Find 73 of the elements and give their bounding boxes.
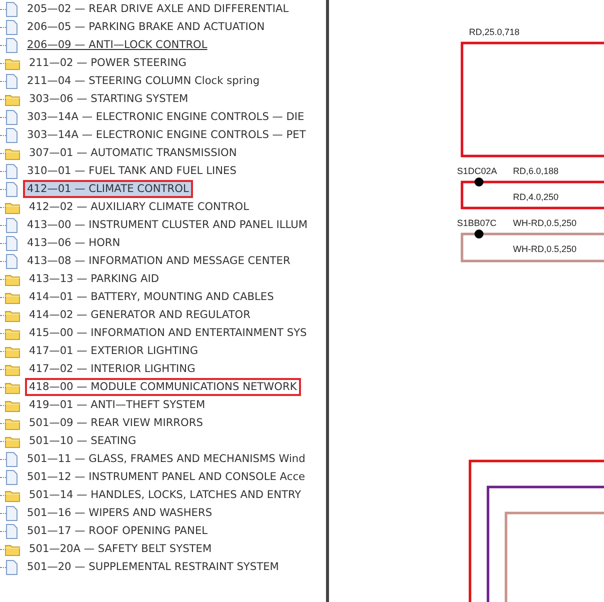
wire-label: RD,6.0,188 bbox=[513, 166, 559, 176]
tree-item[interactable]: 303—14A — ELECTRONIC ENGINE CONTROLS — DIE bbox=[23, 108, 308, 126]
folder-icon bbox=[5, 308, 20, 322]
document-icon bbox=[5, 128, 18, 142]
wire-label: WH-RD,0.5,250 bbox=[513, 244, 577, 254]
folder-icon bbox=[5, 434, 20, 448]
document-icon bbox=[5, 452, 18, 466]
tree-item[interactable]: 211—02 — POWER STEERING bbox=[25, 54, 190, 72]
document-icon bbox=[5, 218, 18, 232]
tree-item[interactable]: 412—02 — AUXILIARY CLIMATE CONTROL bbox=[25, 198, 254, 216]
splice-dot bbox=[474, 178, 484, 186]
splice-dot bbox=[474, 230, 484, 238]
tree-item[interactable]: 501—17 — ROOF OPENING PANEL bbox=[23, 522, 212, 540]
tree-item[interactable]: 501—09 — REAR VIEW MIRRORS bbox=[25, 414, 207, 432]
folder-icon bbox=[5, 488, 20, 502]
tree-item[interactable]: 413—08 — INFORMATION AND MESSAGE CENTER bbox=[23, 252, 294, 270]
tree-item[interactable]: 310—01 — FUEL TANK AND FUEL LINES bbox=[23, 162, 240, 180]
tree-item[interactable]: 307—01 — AUTOMATIC TRANSMISSION bbox=[25, 144, 241, 162]
wire-label: RD,25.0,718 bbox=[469, 27, 520, 37]
document-icon bbox=[5, 2, 18, 16]
tree-item[interactable]: 412—01 — CLIMATE CONTROL bbox=[23, 180, 193, 198]
document-icon bbox=[5, 560, 18, 574]
connector-label: S1BB07C bbox=[457, 218, 497, 228]
folder-icon bbox=[5, 146, 20, 160]
tree-item[interactable]: 303—14A — ELECTRONIC ENGINE CONTROLS — PET bbox=[23, 126, 310, 144]
tree-item[interactable]: 413—00 — INSTRUMENT CLUSTER AND PANEL ILLUM bbox=[23, 216, 312, 234]
tree-item[interactable]: 501—11 — GLASS, FRAMES AND MECHANISMS Wind bbox=[23, 450, 310, 468]
folder-icon bbox=[5, 362, 20, 376]
folder-icon bbox=[5, 272, 20, 286]
document-icon bbox=[5, 164, 18, 178]
folder-icon bbox=[5, 398, 20, 412]
tree-item[interactable]: 413—13 — PARKING AID bbox=[25, 270, 164, 288]
tree-item[interactable]: 414—02 — GENERATOR AND REGULATOR bbox=[25, 306, 254, 324]
tree-item[interactable]: 501—20A — SAFETY BELT SYSTEM bbox=[25, 540, 216, 558]
tree-item[interactable]: 211—04 — STEERING COLUMN Clock spring bbox=[23, 72, 264, 90]
document-icon bbox=[5, 470, 18, 484]
folder-icon bbox=[5, 56, 20, 70]
document-icon bbox=[5, 236, 18, 250]
tree-item[interactable]: 418—00 — MODULE COMMUNICATIONS NETWORK bbox=[25, 378, 301, 396]
folder-icon bbox=[5, 380, 20, 394]
tree-item[interactable]: 501—20 — SUPPLEMENTAL RESTRAINT SYSTEM bbox=[23, 558, 283, 576]
folder-icon bbox=[5, 92, 20, 106]
tree-item[interactable]: 206—05 — PARKING BRAKE AND ACTUATION bbox=[23, 18, 269, 36]
document-icon bbox=[5, 182, 18, 196]
folder-icon bbox=[5, 326, 20, 340]
document-icon bbox=[5, 74, 18, 88]
tree-item[interactable]: 501—16 — WIPERS AND WASHERS bbox=[23, 504, 216, 522]
folder-icon bbox=[5, 290, 20, 304]
tree-item[interactable]: 414—01 — BATTERY, MOUNTING AND CABLES bbox=[25, 288, 278, 306]
tree-item[interactable]: 303—06 — STARTING SYSTEM bbox=[25, 90, 192, 108]
tree-item[interactable]: 417—02 — INTERIOR LIGHTING bbox=[25, 360, 200, 378]
tree-item[interactable]: 501—14 — HANDLES, LOCKS, LATCHES AND ENTRY bbox=[25, 486, 306, 504]
wire-label: RD,4.0,250 bbox=[513, 192, 559, 202]
document-icon bbox=[5, 38, 18, 52]
tree-item[interactable]: 415—00 — INFORMATION AND ENTERTAINMENT SYS bbox=[25, 324, 311, 342]
tree-item[interactable]: 417—01 — EXTERIOR LIGHTING bbox=[25, 342, 202, 360]
document-icon bbox=[5, 524, 18, 538]
tree-item[interactable]: 501—12 — INSTRUMENT PANEL AND CONSOLE Acce bbox=[23, 468, 310, 486]
document-icon bbox=[5, 20, 18, 34]
folder-icon bbox=[5, 542, 20, 556]
document-icon bbox=[5, 110, 18, 124]
folder-icon bbox=[5, 200, 20, 214]
tree-item[interactable]: 206—09 — ANTI—LOCK CONTROL bbox=[23, 36, 212, 54]
tree-item[interactable]: 205—02 — REAR DRIVE AXLE AND DIFFERENTIAL bbox=[23, 0, 293, 18]
document-icon bbox=[5, 254, 18, 268]
tree-item[interactable]: 419—01 — ANTI—THEFT SYSTEM bbox=[25, 396, 210, 414]
wire-label: WH-RD,0.5,250 bbox=[513, 218, 577, 228]
folder-icon bbox=[5, 416, 20, 430]
tree-item[interactable]: 501—10 — SEATING bbox=[25, 432, 140, 450]
folder-icon bbox=[5, 344, 20, 358]
document-icon bbox=[5, 506, 18, 520]
tree-item[interactable]: 413—06 — HORN bbox=[23, 234, 124, 252]
connector-label: S1DC02A bbox=[457, 166, 498, 176]
